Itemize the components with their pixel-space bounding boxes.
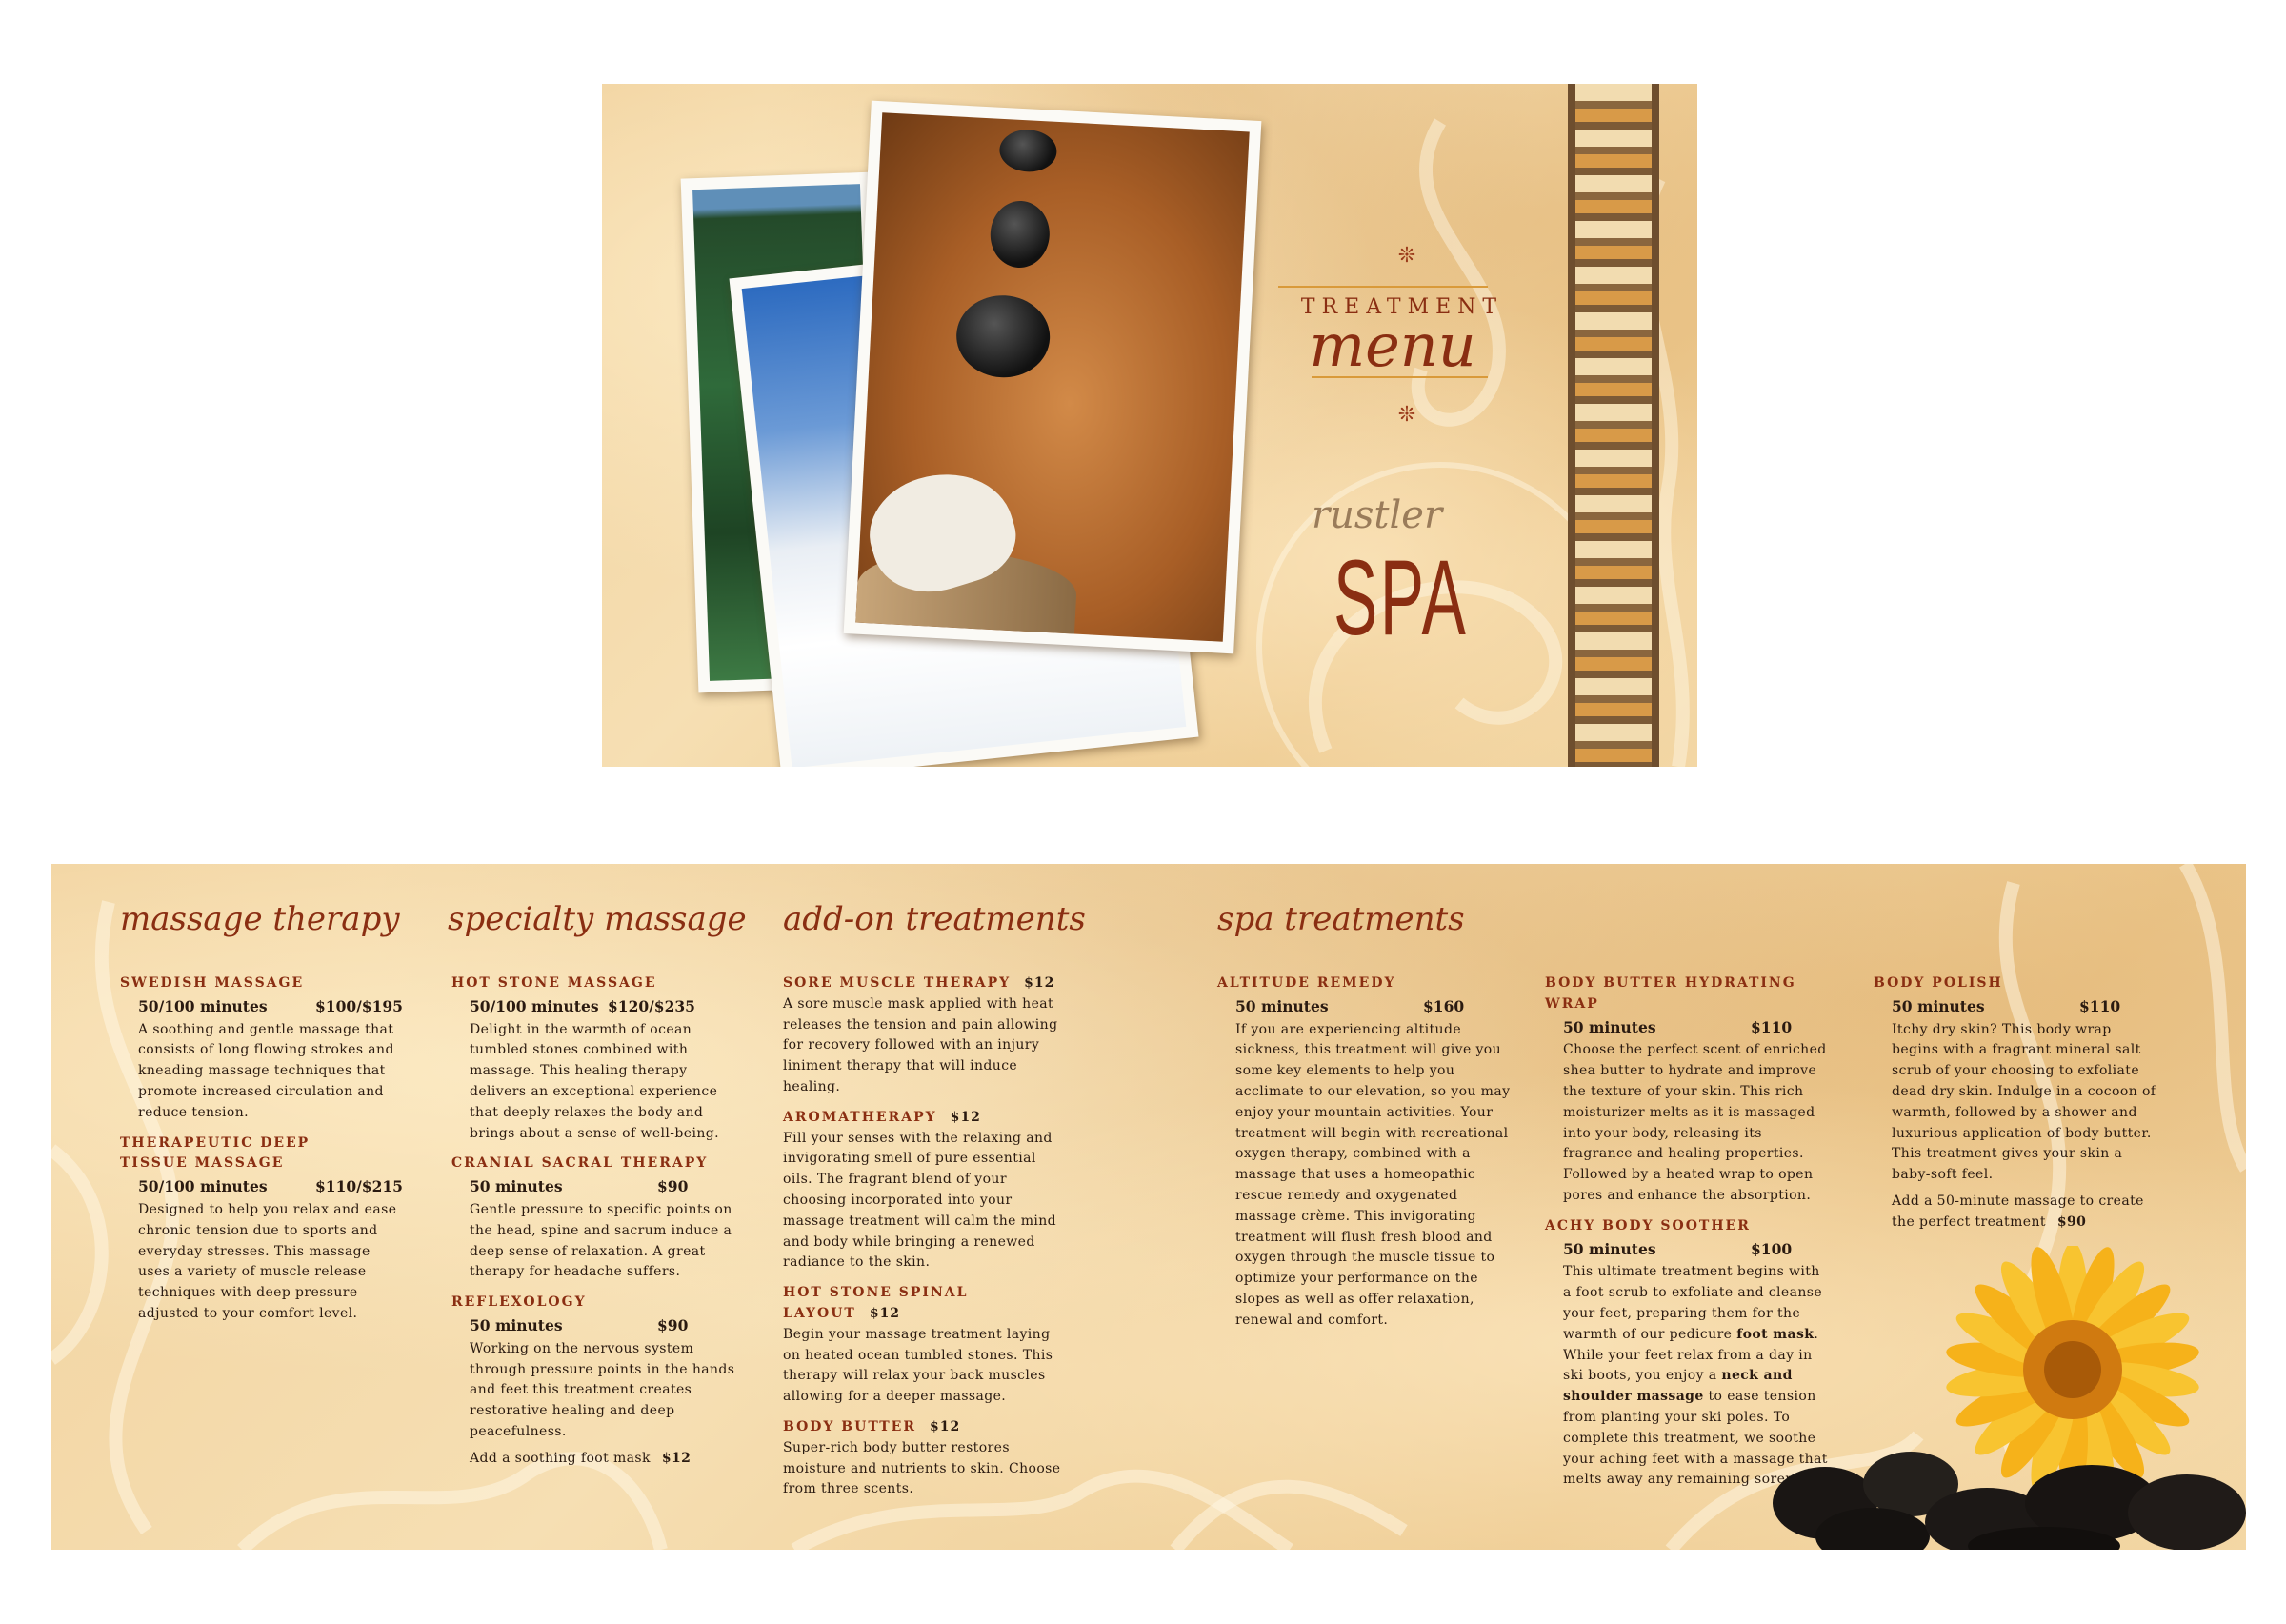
treatment-name: THERAPEUTIC DEEP TISSUE MASSAGE: [120, 1133, 311, 1175]
treatment-name: SWEDISH MASSAGE: [120, 973, 406, 994]
treatment-name: BODY BUTTER HYDRATING WRAP: [1545, 973, 1831, 1015]
treatment-name-text: AROMATHERAPY: [783, 1109, 937, 1125]
treatment-name: AROMATHERAPY $12: [783, 1108, 1069, 1129]
menu-items: HOT STONE MASSAGE 50/100 minutes $120/$235…: [451, 973, 737, 1470]
treatment-price: $110: [1751, 1017, 1793, 1036]
treatment-description: Super-rich body butter restores moisture…: [783, 1439, 1061, 1497]
treatment-price: $160: [1423, 996, 1465, 1015]
treatment-duration-price: 50 minutes $110: [1874, 996, 2159, 1017]
treatment-duration-price: 50 minutes $90: [451, 1315, 737, 1336]
treatment-name-text: CRANIAL SACRAL THERAPY: [451, 1155, 709, 1172]
flower-and-stones-image: [1773, 1246, 2246, 1550]
treatment-name-text: ACHY BODY SOOTHER: [1545, 1217, 1751, 1233]
treatment-description: Itchy dry skin? This body wrap begins wi…: [1892, 1021, 2156, 1183]
addon-price: $12: [661, 1450, 692, 1466]
menu-items: SORE MUSCLE THERAPY $12 A sore muscle mask…: [783, 973, 1069, 1500]
hot-stone-photo: [843, 100, 1262, 654]
treatment-name-text: BODY BUTTER HYDRATING WRAP: [1545, 975, 1796, 1012]
treatment-description: A sore muscle mask applied with heat rel…: [783, 995, 1058, 1094]
treatment-description: Begin your massage treatment laying on h…: [783, 1326, 1053, 1405]
treatment-name-text: ALTITUDE REMEDY: [1217, 975, 1396, 991]
menu-items: BODY POLISH 50 minutes $110 Itchy dry skin?…: [1874, 973, 2159, 1233]
treatment-price: $12: [1024, 975, 1055, 991]
treatment-name: CRANIAL SACRAL THERAPY: [451, 1153, 737, 1174]
addon-text: Add a 50-minute massage to create the pe…: [1892, 1193, 2144, 1230]
addon-price: $90: [2056, 1213, 2087, 1230]
treatment-name: BODY BUTTER $12: [783, 1417, 1069, 1438]
treatment-description: Gentle pressure to specific points on th…: [470, 1201, 732, 1280]
treatment-description: Designed to help you relax and ease chro…: [138, 1201, 397, 1321]
logo-script: rustler: [1312, 493, 1443, 537]
treatment-name-text: THERAPEUTIC DEEP TISSUE MASSAGE: [120, 1134, 311, 1172]
treatment-price: $100/$195: [315, 996, 403, 1015]
treatment-name-text: BODY POLISH: [1874, 975, 2003, 991]
section-title: massage therapy: [120, 900, 400, 938]
treatment-name: ALTITUDE REMEDY: [1217, 973, 1522, 994]
treatment-name: HOT STONE SPINAL LAYOUT $12: [783, 1283, 1069, 1325]
treatment-name: REFLEXOLOGY: [451, 1293, 737, 1313]
treatment-name-text: SORE MUSCLE THERAPY: [783, 975, 1012, 991]
treatment-description: If you are experiencing altitude sicknes…: [1235, 1021, 1511, 1328]
treatment-price: $90: [657, 1315, 689, 1334]
treatment-price: $90: [657, 1177, 689, 1196]
treatment-description: Fill your senses with the relaxing and i…: [783, 1130, 1057, 1271]
treatment-name-text: BODY BUTTER: [783, 1418, 916, 1434]
treatment-name-text: SWEDISH MASSAGE: [120, 975, 305, 991]
cover-title-script: menu: [1309, 311, 1476, 380]
logo-main: SPA: [1334, 538, 1469, 657]
ornament-icon: ❊: [1397, 244, 1416, 268]
treatment-duration: 50 minutes: [1892, 996, 1985, 1015]
treatment-name: BODY POLISH: [1874, 973, 2159, 994]
treatment-price: $12: [950, 1109, 981, 1125]
treatment-duration: 50/100 minutes: [470, 996, 599, 1015]
menu-spread: massage therapy SWEDISH MASSAGE 50/100 min…: [51, 864, 2246, 1550]
treatment-duration-price: 50 minutes $110: [1545, 1017, 1831, 1038]
ornament-icon: ❊: [1397, 403, 1416, 427]
treatment-price: $110: [2079, 996, 2121, 1015]
treatment-price: $110/$215: [315, 1177, 403, 1196]
divider: [1278, 286, 1488, 288]
treatment-duration: 50/100 minutes: [138, 1177, 268, 1196]
treatment-name: HOT STONE MASSAGE: [451, 973, 737, 994]
treatment-duration-price: 50/100 minutes $110/$215: [120, 1176, 406, 1197]
treatment-duration: 50/100 minutes: [138, 996, 268, 1015]
treatment-duration: 50 minutes: [1235, 996, 1329, 1015]
section-title: add-on treatments: [783, 900, 1086, 938]
treatment-duration-price: 50 minutes $160: [1217, 996, 1522, 1017]
treatment-duration-price: 50/100 minutes $120/$235: [451, 996, 737, 1017]
treatment-duration: 50 minutes: [1563, 1017, 1656, 1036]
treatment-duration: 50 minutes: [470, 1315, 563, 1334]
treatment-duration-price: 50 minutes $90: [451, 1176, 737, 1197]
addon-offer: Add a soothing foot mask $12: [451, 1449, 737, 1470]
section-title: specialty massage: [448, 900, 747, 938]
treatment-price: $12: [869, 1305, 901, 1321]
section-title: spa treatments: [1217, 900, 1465, 938]
treatment-duration: 50 minutes: [470, 1177, 563, 1196]
treatment-price: $120/$235: [608, 996, 695, 1015]
decorative-border: [1568, 84, 1659, 767]
addon-offer: Add a 50-minute massage to create the pe…: [1874, 1192, 2159, 1233]
treatment-name: SORE MUSCLE THERAPY $12: [783, 973, 1069, 994]
treatment-price: $12: [929, 1418, 961, 1434]
cover-panel: ❊ TREATMENT menu ❊ rustler SPA: [602, 84, 1697, 767]
treatment-description: Delight in the warmth of ocean tumbled s…: [470, 1021, 719, 1141]
treatment-description: A soothing and gentle massage that consi…: [138, 1021, 394, 1120]
treatment-description: Working on the nervous system through pr…: [470, 1340, 735, 1439]
treatment-name-text: REFLEXOLOGY: [451, 1294, 587, 1311]
treatment-duration-price: 50/100 minutes $100/$195: [120, 996, 406, 1017]
divider: [1312, 376, 1488, 378]
treatment-name-text: HOT STONE MASSAGE: [451, 975, 657, 991]
treatment-description: Choose the perfect scent of enriched she…: [1563, 1042, 1827, 1203]
treatment-name: ACHY BODY SOOTHER: [1545, 1216, 1831, 1237]
treatment-duration: 50 minutes: [1563, 1239, 1656, 1258]
menu-items: SWEDISH MASSAGE 50/100 minutes $100/$195 A …: [120, 973, 406, 1325]
menu-items: ALTITUDE REMEDY 50 minutes $160 If you are …: [1217, 973, 1522, 1332]
addon-text: Add a soothing foot mask: [470, 1450, 651, 1466]
